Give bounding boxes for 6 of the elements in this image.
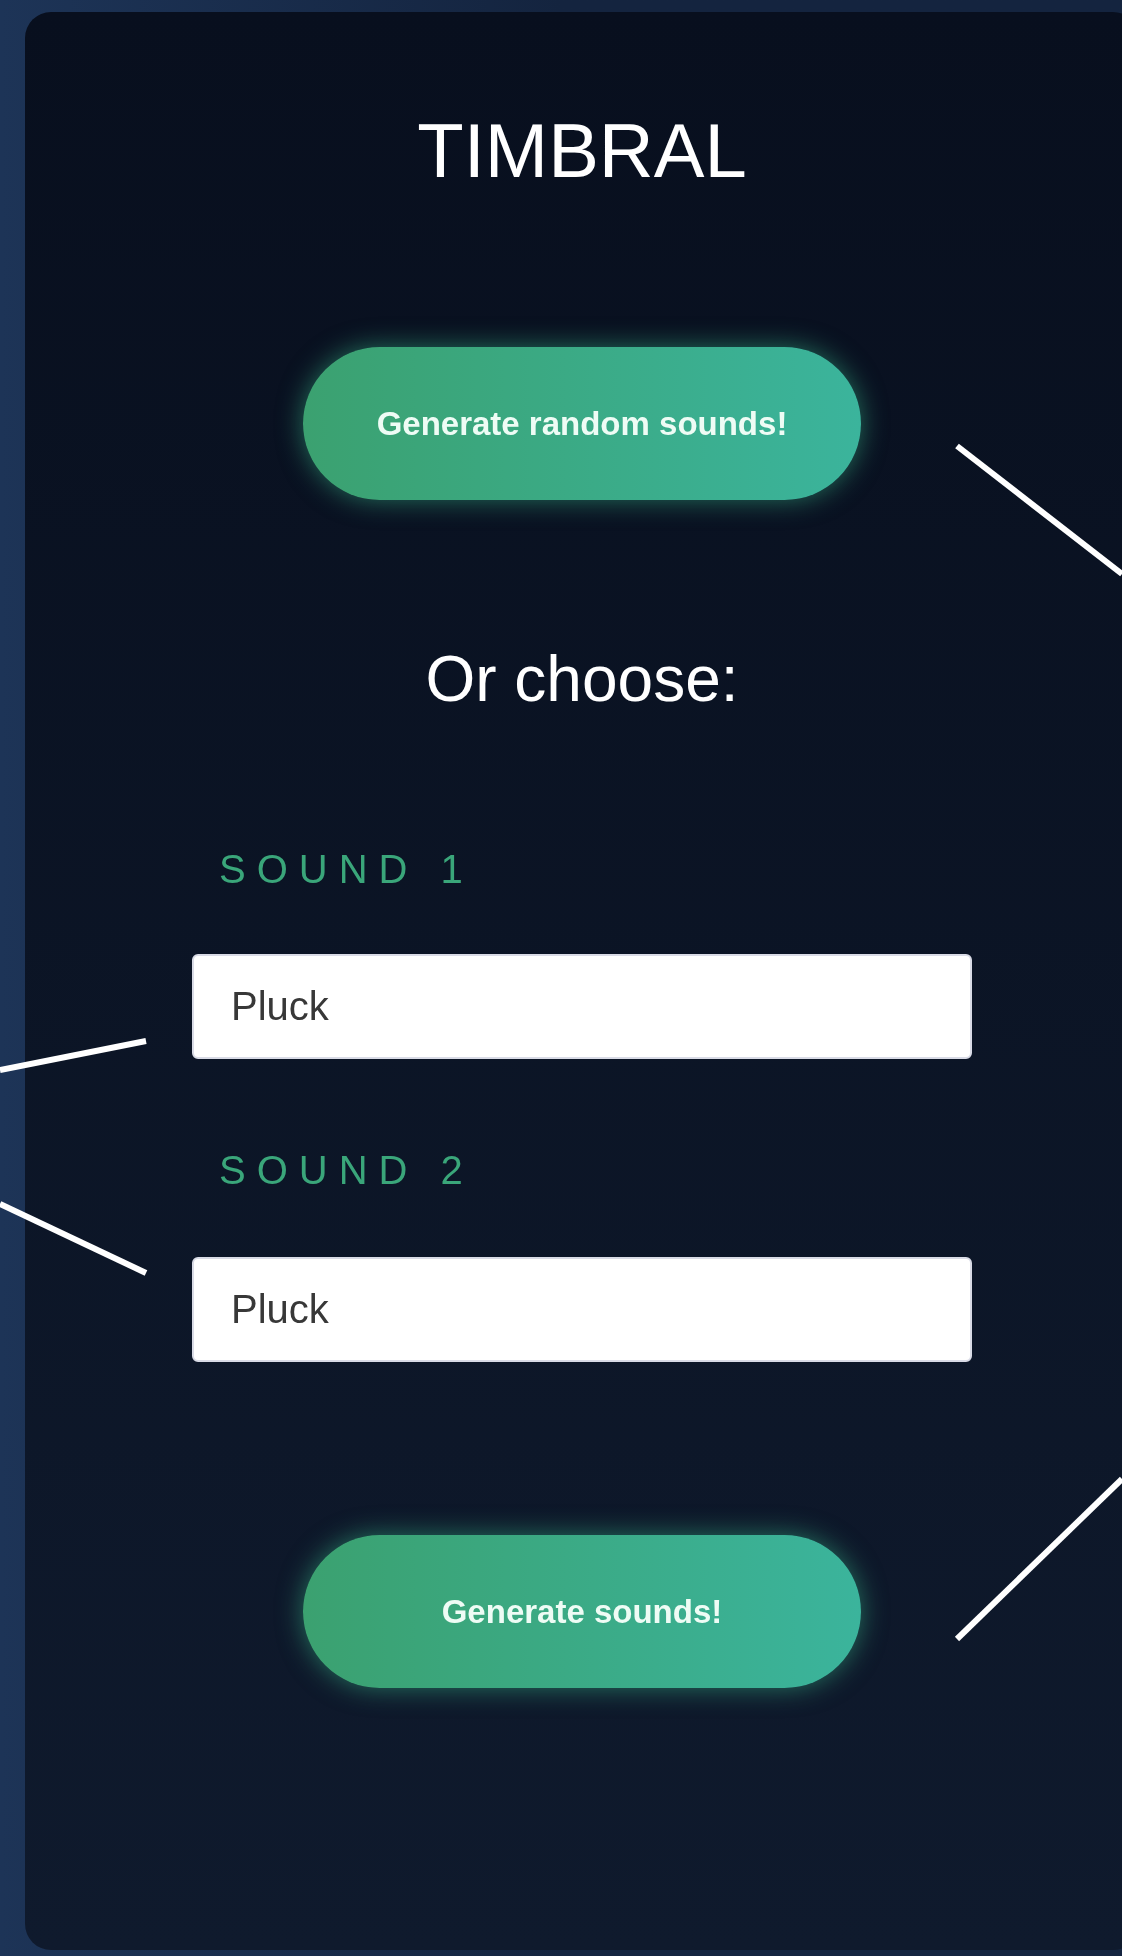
app-title: TIMBRAL <box>417 113 747 189</box>
sound-label: SOUND 2 <box>218 1150 475 1190</box>
sound-input-field[interactable]: Pluck <box>192 1257 972 1362</box>
sound-input-field[interactable]: Pluck <box>192 954 972 1059</box>
sound-label: SOUND 1 <box>218 849 475 889</box>
choose-heading: Or choose: <box>425 647 739 711</box>
